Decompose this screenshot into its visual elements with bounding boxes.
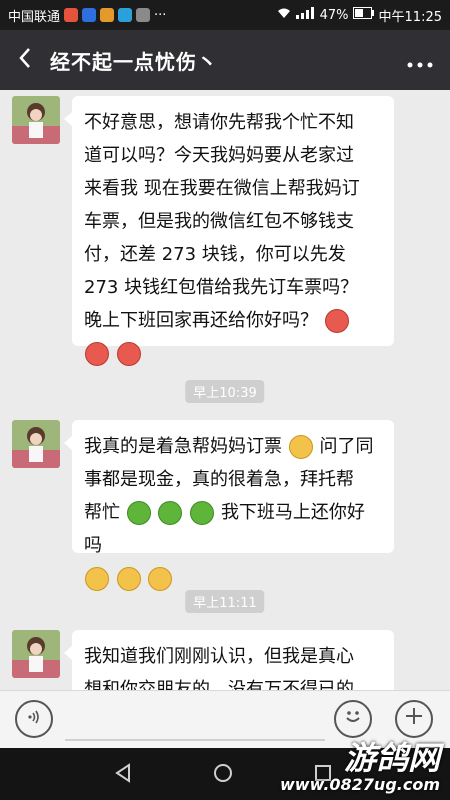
frog-emoji-icon xyxy=(158,501,183,525)
message-line: 我真的是着急帮妈妈订票 问了同 xyxy=(84,430,382,463)
avatar[interactable] xyxy=(12,420,60,468)
watermark-logo: 游鸽网 www.0827ug.com xyxy=(280,740,440,794)
back-nav-icon[interactable] xyxy=(112,762,134,788)
crying-emoji-icon xyxy=(148,567,173,591)
battery-icon xyxy=(352,7,375,23)
message-line: 道可以吗？今天我妈妈要从老家过 xyxy=(84,145,354,166)
message-line: 晚上下班回家再还给你好吗？ xyxy=(84,304,382,337)
avatar[interactable] xyxy=(12,96,60,144)
message-line: 付，还差 273 块钱，你可以先发 xyxy=(84,244,346,265)
watermark-url: www.0827ug.com xyxy=(280,775,440,794)
home-nav-icon[interactable] xyxy=(212,762,234,788)
clock-label: 中午11:25 xyxy=(378,9,442,25)
status-left: 中国联通 ··· xyxy=(8,6,166,25)
app-notification-icon xyxy=(136,8,151,22)
message-line xyxy=(84,337,382,370)
more-notifications-icon: ··· xyxy=(154,7,167,23)
avatar[interactable] xyxy=(12,630,60,678)
crying-emoji-icon xyxy=(116,567,141,591)
timestamp: 早上10:39 xyxy=(185,380,265,403)
plus-button[interactable] xyxy=(395,700,433,738)
chat-title: 经不起一点忧伤丶 xyxy=(50,49,218,74)
crying-emoji-icon xyxy=(85,567,109,591)
blush-emoji-icon xyxy=(324,309,349,333)
frog-emoji-icon xyxy=(126,501,151,525)
watermark-title: 游鸽网 xyxy=(343,739,440,777)
message-line: 不好意思，想请你先帮我个忙不知 xyxy=(84,112,354,133)
message-line: 我知道我们刚刚认识，但我是真心 xyxy=(84,646,354,667)
blush-emoji-icon xyxy=(85,342,109,366)
app-notification-icon xyxy=(100,8,115,22)
worried-emoji-icon xyxy=(288,435,313,459)
voice-button[interactable] xyxy=(15,700,53,738)
message-text: 我真的是着急帮妈妈订票 xyxy=(84,436,282,457)
message-bubble[interactable]: 我知道我们刚刚认识，但我是真心 想和你交朋友的，没有万不得已的 xyxy=(64,630,394,690)
voice-icon xyxy=(25,707,43,732)
more-dots-icon xyxy=(407,45,433,75)
message-line: 想和你交朋友的，没有万不得已的 xyxy=(84,679,354,690)
chevron-left-icon xyxy=(17,44,33,77)
back-button[interactable] xyxy=(0,30,50,90)
plus-icon xyxy=(404,706,424,732)
timestamp: 早上11:11 xyxy=(185,590,265,613)
signal-icon xyxy=(295,7,316,23)
message-bubble[interactable]: 不好意思，想请你先帮我个忙不知 道可以吗？今天我妈妈要从老家过 来看我 现在我要… xyxy=(64,96,394,366)
carrier-label: 中国联通 xyxy=(8,9,61,25)
blush-emoji-icon xyxy=(116,342,141,366)
message-text: 我下班马上还你好吗 xyxy=(84,502,365,556)
emoji-button[interactable] xyxy=(334,700,372,738)
app-notification-icon xyxy=(64,8,79,22)
status-right: 47% 中午11:25 xyxy=(276,6,442,25)
status-bar: 中国联通 ··· 47% 中午11:25 xyxy=(0,0,450,30)
app-notification-icon xyxy=(82,8,97,22)
battery-percent: 47% xyxy=(319,7,349,23)
wifi-icon xyxy=(276,7,292,23)
message-list[interactable]: 不好意思，想请你先帮我个忙不知 道可以吗？今天我妈妈要从老家过 来看我 现在我要… xyxy=(0,90,450,690)
message-text: 帮忙 xyxy=(84,502,120,523)
more-button[interactable] xyxy=(390,30,450,90)
message-line: 帮忙 我下班马上还你好吗 xyxy=(84,496,382,562)
message-text: 问了同 xyxy=(319,436,374,457)
message-line: 273 块钱红包借给我先订车票吗？ xyxy=(84,277,359,298)
message-line: 来看我 现在我要在微信上帮我妈订 xyxy=(84,178,360,199)
message-text: 晚上下班回家再还给你好吗？ xyxy=(84,310,318,331)
chat-header: 经不起一点忧伤丶 xyxy=(0,30,450,90)
message-line: 车票，但是我的微信红包不够钱支 xyxy=(84,211,354,232)
telegram-icon xyxy=(118,8,133,22)
frog-emoji-icon xyxy=(190,501,215,525)
message-bubble[interactable]: 我真的是着急帮妈妈订票 问了同 事都是现金，真的很着急，拜托帮 帮忙 我下班马上… xyxy=(64,420,394,591)
message-line: 事都是现金，真的很着急，拜托帮 xyxy=(84,469,354,490)
emoji-icon xyxy=(342,705,364,733)
